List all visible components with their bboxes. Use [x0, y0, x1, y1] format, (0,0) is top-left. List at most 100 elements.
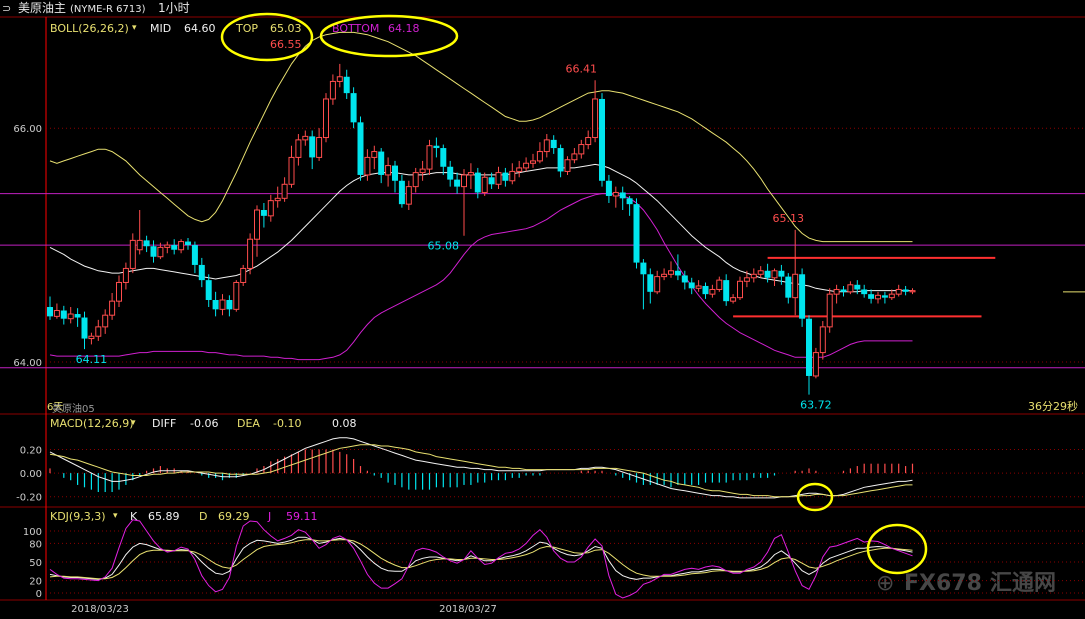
candle-body [467, 172, 474, 176]
candle-body [812, 352, 819, 377]
candle-body [109, 300, 116, 316]
candle-body [861, 289, 868, 295]
candle-body [302, 135, 309, 141]
kdj-tick-label: 20 [29, 577, 42, 588]
candle-body [902, 289, 909, 292]
price-annotation: 63.72 [800, 399, 832, 412]
candle-body [185, 241, 191, 246]
price-annotation: 64.11 [76, 353, 108, 366]
candle-body [757, 270, 764, 275]
candle-body [674, 270, 681, 276]
candle-body [709, 288, 716, 295]
candle-body [516, 167, 523, 172]
candle-body [826, 293, 833, 328]
candle-body [840, 289, 847, 292]
candle-body [730, 297, 737, 302]
candle-body [509, 170, 516, 182]
candle-body [364, 156, 371, 176]
candle-body [433, 145, 440, 149]
macd-diff-line [49, 437, 913, 499]
candle-body [164, 244, 171, 248]
candle-body [60, 310, 67, 319]
date-label: 2018/03/27 [439, 604, 497, 615]
candle-body [136, 239, 143, 251]
candle-body [357, 122, 364, 175]
candle-body [157, 246, 164, 258]
candle-body [171, 245, 178, 250]
candle-body [81, 317, 88, 339]
candle-body [605, 180, 612, 196]
candle-body [316, 137, 323, 158]
candle-body [191, 245, 198, 265]
candle-body [550, 139, 557, 149]
candle-body [129, 239, 136, 269]
macd-tick-label: 0.20 [20, 446, 42, 457]
candle-body [868, 294, 875, 299]
candle-body [578, 144, 585, 155]
candle-body [254, 209, 260, 240]
candle-body [419, 168, 426, 174]
candle-body [654, 276, 661, 293]
kdj-tick-label: 50 [29, 558, 42, 569]
candle-body [178, 241, 185, 251]
candle-body [661, 273, 668, 278]
candle-body [681, 275, 688, 283]
candle-body [564, 159, 571, 172]
candle-body [585, 137, 592, 146]
candle-body [426, 145, 433, 170]
candle-body [702, 285, 709, 295]
candle-body [909, 290, 916, 293]
candle-body [198, 264, 205, 281]
macd-tick-label: 0.00 [20, 469, 42, 480]
candle-body [378, 151, 385, 175]
candle-body [67, 313, 74, 320]
candle-body [102, 314, 109, 328]
price-annotation: 66.41 [566, 62, 598, 75]
candle-body [488, 177, 495, 185]
candle-body [398, 180, 405, 205]
price-annotation: 65.13 [773, 212, 805, 225]
kdj-tick-label: 0 [36, 589, 42, 600]
date-label: 2018/03/23 [71, 604, 129, 615]
candle-body [737, 280, 743, 299]
candle-body [336, 76, 343, 82]
candle-body [116, 281, 122, 302]
candle-body [640, 262, 647, 275]
candle-body [854, 284, 861, 290]
candle-body [764, 270, 771, 278]
candle-body [523, 162, 530, 169]
candle-body [440, 148, 447, 167]
candle-body [619, 192, 626, 199]
candle-body [247, 238, 254, 269]
chart-canvas: 66.0064.0066.4165.1365.0864.1163.720.200… [0, 16, 1085, 615]
candle-body [392, 165, 398, 181]
price-tick-label: 66.00 [13, 124, 42, 135]
candle-body [143, 240, 150, 247]
candle-body [750, 273, 757, 279]
candle-body [412, 172, 419, 188]
kdj-tick-label: 100 [23, 527, 42, 538]
candle-body [612, 191, 619, 197]
candle-body [626, 198, 633, 205]
candle-body [599, 98, 605, 181]
candle-body [771, 270, 778, 279]
candle-body [343, 76, 350, 94]
candle-body [53, 310, 60, 317]
candle-body [405, 186, 412, 205]
candle-body [371, 151, 378, 158]
candle-body [205, 280, 212, 300]
candle-body [778, 270, 785, 277]
candle-body [47, 307, 53, 317]
candle-body [723, 280, 730, 302]
candle-body [88, 335, 95, 340]
candle-body [668, 270, 674, 275]
candle-body [233, 281, 240, 310]
candle-body [847, 284, 854, 293]
candle-body [792, 273, 799, 299]
candle-body [329, 80, 336, 100]
candle-body [543, 139, 550, 153]
candle-body [799, 274, 806, 319]
candle-body [647, 274, 654, 292]
candle-body [875, 294, 881, 300]
candle-body [592, 98, 599, 139]
